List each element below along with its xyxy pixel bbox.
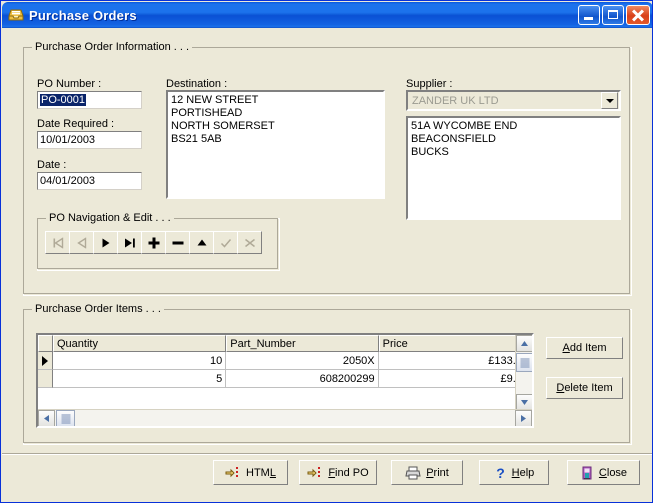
maximize-button[interactable]	[602, 5, 624, 25]
grid-vertical-scrollbar[interactable]	[515, 335, 532, 411]
nav-prior-button[interactable]	[69, 231, 94, 254]
supplier-address-line: BEACONSFIELD	[411, 133, 496, 145]
nav-next-button[interactable]	[93, 231, 118, 254]
html-button[interactable]: HTML	[213, 460, 288, 485]
window-title: Purchase Orders	[29, 7, 137, 23]
question-mark-icon: ?	[494, 466, 507, 480]
po-items-grid[interactable]: Quantity Part_Number Price 10 2050X £133…	[36, 333, 534, 428]
cell-part-number[interactable]: 608200299	[226, 370, 379, 388]
grid-column-header-price[interactable]: Price	[378, 335, 532, 352]
cell-price[interactable]: £9.25	[378, 370, 532, 388]
table-row[interactable]: 5 608200299 £9.25	[38, 370, 532, 388]
nav-last-button[interactable]	[117, 231, 142, 254]
hand-pointer-icon	[225, 466, 241, 480]
grid-row-indicator[interactable]	[38, 352, 53, 370]
destination-memo[interactable]: 12 NEW STREET PORTISHEAD NORTH SOMERSET …	[166, 90, 385, 199]
scroll-right-button[interactable]	[515, 410, 532, 426]
date-required-input[interactable]: 10/01/2003	[37, 131, 142, 149]
find-po-button-label: Find PO	[328, 466, 369, 479]
grid-horizontal-scrollbar[interactable]	[38, 409, 532, 426]
destination-label: Destination :	[166, 78, 228, 90]
help-button[interactable]: ? Help	[479, 460, 549, 485]
window-buttons	[578, 5, 650, 25]
po-number-value: PO-0001	[40, 94, 87, 106]
hand-pointer-icon	[307, 466, 323, 480]
supplier-address-memo[interactable]: 51A WYCOMBE END BEACONSFIELD BUCKS	[406, 116, 621, 220]
add-item-label: Add Item	[562, 342, 607, 354]
html-button-label: HTML	[246, 466, 276, 479]
grid-indicator-header	[38, 335, 53, 352]
add-item-button[interactable]: Add Item	[546, 337, 623, 359]
date-label: Date :	[37, 159, 67, 171]
destination-line: NORTH SOMERSET	[171, 120, 275, 132]
grid-header-row: Quantity Part_Number Price	[38, 335, 532, 352]
destination-line: 12 NEW STREET	[171, 94, 259, 106]
print-button[interactable]: Print	[391, 460, 463, 485]
po-items-group-title: Purchase Order Items . . .	[32, 303, 164, 315]
date-required-value: 10/01/2003	[40, 134, 96, 146]
cell-price[interactable]: £133.00	[378, 352, 532, 370]
printer-icon	[405, 466, 421, 480]
client-area: Purchase Order Information . . . PO Numb…	[2, 28, 652, 502]
title-bar[interactable]: Purchase Orders	[2, 2, 652, 28]
supplier-selected-value: ZANDER UK LTD	[412, 94, 499, 107]
cell-part-number[interactable]: 2050X	[226, 352, 379, 370]
delete-item-button[interactable]: Delete Item	[546, 377, 623, 399]
supplier-address-line: BUCKS	[411, 146, 449, 158]
table-row[interactable]: 10 2050X £133.00	[38, 352, 532, 370]
svg-text:?: ?	[496, 466, 505, 480]
exit-door-icon	[580, 466, 594, 480]
nav-edit-button[interactable]	[189, 231, 214, 254]
file-tray-icon	[7, 7, 25, 23]
grid-column-header-quantity[interactable]: Quantity	[53, 335, 227, 352]
cell-quantity[interactable]: 10	[53, 352, 227, 370]
db-navigator	[45, 231, 262, 254]
close-window-button[interactable]	[626, 5, 650, 25]
close-button-label: Close	[598, 466, 628, 479]
supplier-address-line: 51A WYCOMBE END	[411, 120, 518, 132]
scroll-thumb-vertical[interactable]	[516, 353, 532, 372]
scroll-thumb-horizontal[interactable]	[56, 410, 75, 426]
date-required-label: Date Required :	[37, 118, 115, 130]
delete-item-label: Delete Item	[556, 382, 613, 394]
nav-first-button[interactable]	[45, 231, 70, 254]
nav-post-button[interactable]	[213, 231, 238, 254]
cell-quantity[interactable]: 5	[53, 370, 227, 388]
nav-insert-button[interactable]	[141, 231, 166, 254]
minimize-button[interactable]	[578, 5, 600, 25]
destination-line: BS21 5AB	[171, 133, 222, 145]
nav-cancel-button[interactable]	[237, 231, 262, 254]
date-value: 04/01/2003	[40, 175, 96, 187]
close-button[interactable]: Close	[567, 460, 640, 485]
print-button-label: Print	[426, 466, 449, 479]
po-navigation-group-title: PO Navigation & Edit . . .	[46, 212, 174, 224]
find-po-button[interactable]: Find PO	[299, 460, 377, 485]
purchase-orders-window: Purchase Orders Purchase Order Informati…	[0, 0, 653, 503]
footer-separator-highlight	[2, 454, 652, 455]
chevron-down-icon[interactable]	[601, 92, 618, 109]
po-number-label: PO Number :	[37, 78, 102, 90]
po-number-input[interactable]: PO-0001	[37, 91, 142, 109]
supplier-label: Supplier :	[406, 78, 453, 90]
nav-delete-button[interactable]	[165, 231, 190, 254]
po-information-group-title: Purchase Order Information . . .	[32, 41, 193, 53]
scroll-left-button[interactable]	[38, 410, 55, 426]
grid-row-indicator[interactable]	[38, 370, 53, 388]
scroll-up-button[interactable]	[516, 335, 532, 352]
destination-line: PORTISHEAD	[171, 107, 243, 119]
help-button-label: Help	[511, 466, 535, 479]
grid-column-header-part-number[interactable]: Part_Number	[226, 335, 379, 352]
date-input[interactable]: 04/01/2003	[37, 172, 142, 190]
supplier-combobox[interactable]: ZANDER UK LTD	[406, 90, 621, 111]
